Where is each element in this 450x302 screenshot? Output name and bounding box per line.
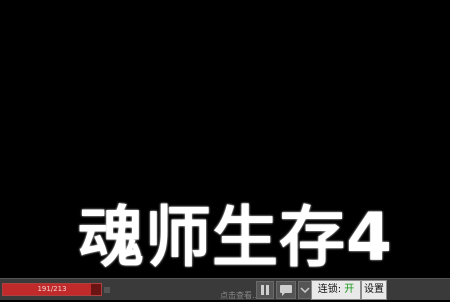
pause-icon xyxy=(261,285,269,295)
video-title-overlay: 魂师生存4 xyxy=(78,199,393,276)
settings-button[interactable]: 设置 xyxy=(361,280,387,300)
chain-lock-toggle[interactable]: 连锁: 开 xyxy=(311,280,361,300)
chat-icon xyxy=(280,285,292,296)
mp-indicator xyxy=(104,287,110,293)
hp-bar: 191/213 xyxy=(2,283,102,296)
chevron-down-icon xyxy=(300,287,310,294)
hp-text: 191/213 xyxy=(37,285,67,293)
more-button[interactable] xyxy=(298,281,312,299)
chain-lock-label: 连锁: xyxy=(317,284,342,295)
chain-lock-state: 开 xyxy=(344,284,355,295)
bottom-toolbar: 191/213 点击查看... 连锁: 开 设置 xyxy=(0,278,450,300)
pause-button[interactable] xyxy=(256,281,274,299)
chat-button[interactable] xyxy=(276,281,296,299)
hint-text: 点击查看... xyxy=(220,291,260,300)
